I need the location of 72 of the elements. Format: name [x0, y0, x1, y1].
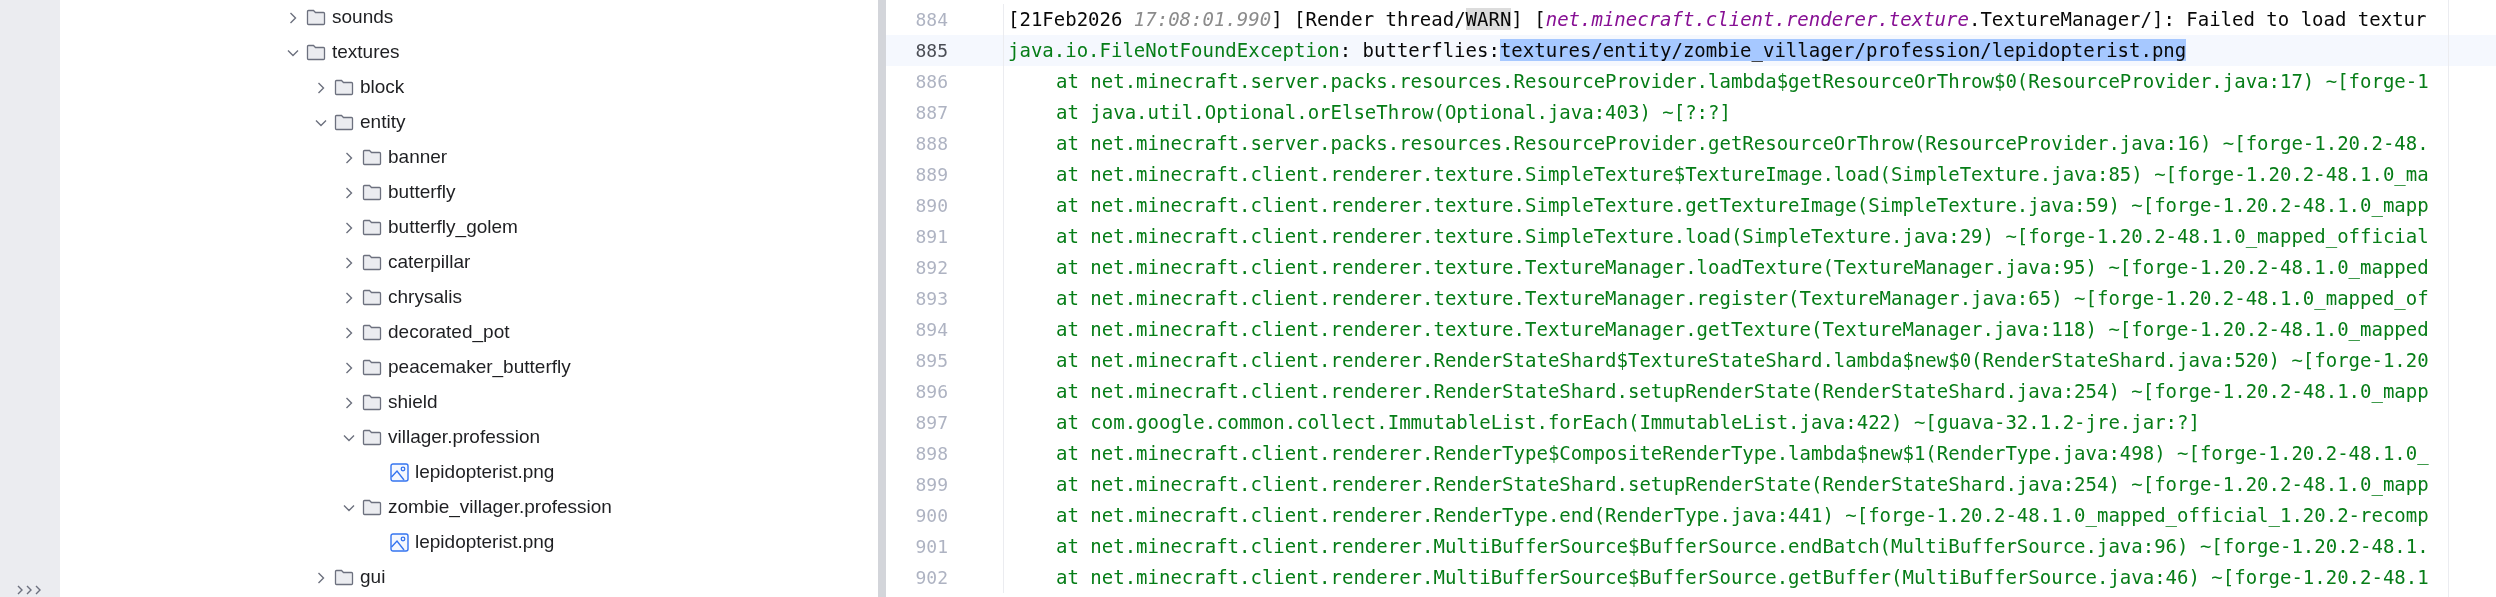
code-line: at net.minecraft.client.renderer.RenderType$CompositeRenderType.lambda$new$1(RenderType.java:498) ~[forge-1.20.2-48.1.0_: [1055, 441, 2429, 467]
code-line: at net.minecraft.client.renderer.RenderStateShard$TextureStateShard.lambda$new$0(RenderStateShard.java:520) ~[forge-1.20: [1055, 348, 2429, 374]
line-number: 885: [915, 39, 948, 63]
code-line: at net.minecraft.server.packs.resources.ResourceProvider.getResourceOrThrow(ResourceProvider.java:16) ~[forge-1.20.2-48.: [1055, 131, 2429, 157]
folder-icon: [362, 184, 382, 201]
code-line: at net.minecraft.client.renderer.texture.TextureManager.loadTexture(TextureManager.java:95) ~[forge-1.20.2-48.1.0_mapped: [1055, 255, 2429, 281]
line-number: 890: [915, 194, 948, 218]
tree-item[interactable]: decorated_pot: [342, 316, 510, 349]
folder-icon: [306, 9, 326, 26]
folder-icon: [362, 149, 382, 166]
folder-icon: [362, 254, 382, 271]
line-number: 893: [915, 287, 948, 311]
code-line: at net.minecraft.client.renderer.texture.TextureManager.getTexture(TextureManager.java:118) ~[forge-1.20.2-48.1.0_mapped: [1055, 317, 2429, 343]
code-line: at net.minecraft.client.renderer.texture.TextureManager.register(TextureManager.java:65) ~[forge-1.20.2-48.1.0_mapped_of: [1055, 286, 2429, 312]
line-number: 895: [915, 349, 948, 373]
tree-item[interactable]: butterfly: [342, 176, 456, 209]
line-number: 901: [915, 535, 948, 559]
line-number: 891: [915, 225, 948, 249]
folder-icon: [334, 114, 354, 131]
line-number: 889: [915, 163, 948, 187]
tree-item[interactable]: textures: [286, 36, 400, 69]
folder-icon: [362, 429, 382, 446]
tree-item[interactable]: block: [314, 71, 405, 104]
image-file-icon: [390, 533, 409, 552]
line-number: 884: [915, 8, 948, 32]
tree-item[interactable]: lepidopterist.png: [370, 456, 555, 489]
folder-icon: [362, 219, 382, 236]
image-file-icon: [390, 463, 409, 482]
folder-icon: [362, 324, 382, 341]
code-line: at net.minecraft.client.renderer.MultiBufferSource$BufferSource.getBuffer(MultiBufferSource.java:46) ~[forge-1.20.2-48.1: [1055, 565, 2429, 591]
tree-item[interactable]: zombie_villager.profession: [342, 491, 612, 524]
line-number: 886: [915, 70, 948, 94]
code-line: at net.minecraft.client.renderer.MultiBufferSource$BufferSource.endBatch(MultiBufferSource.java:96) ~[forge-1.20.2-48.1.: [1055, 534, 2429, 560]
code-line: java.io.FileNotFoundException: butterflies:textures/entity/zombie_villager/profession/lepidopterist.png: [1007, 38, 2187, 64]
code-line: at java.util.Optional.orElseThrow(Optional.java:403) ~[?:?]: [1055, 100, 1731, 126]
line-number: 898: [915, 442, 948, 466]
tree-item[interactable]: lepidopterist.png: [370, 526, 555, 559]
folder-icon: [362, 359, 382, 376]
folder-icon: [362, 289, 382, 306]
line-number: 894: [915, 318, 948, 342]
code-line: [21Feb2026 17:08:01.990] [Render thread/WARN] [net.minecraft.client.renderer.texture.TextureManager/]: Failed to load textur: [1007, 7, 2427, 33]
code-line: at net.minecraft.server.packs.resources.ResourceProvider.lambda$getResourceOrThrow$0(ResourceProvider.java:17) ~[forge-1: [1055, 69, 2429, 95]
line-number: 899: [915, 473, 948, 497]
code-line: at net.minecraft.client.renderer.RenderStateShard.setupRenderState(RenderStateShard.java:254) ~[forge-1.20.2-48.1.0_mapp: [1055, 379, 2429, 405]
code-line: at net.minecraft.client.renderer.texture.SimpleTexture$TextureImage.load(SimpleTexture.java:85) ~[forge-1.20.2-48.1.0_ma: [1055, 162, 2429, 188]
code-line: at net.minecraft.client.renderer.texture.SimpleTexture.load(SimpleTexture.java:29) ~[forge-1.20.2-48.1.0_mapped_official: [1055, 224, 2429, 250]
line-number: 897: [915, 411, 948, 435]
tree-item[interactable]: villager.profession: [342, 421, 541, 454]
tree-item[interactable]: gui: [314, 561, 386, 594]
tree-item[interactable]: sounds: [286, 1, 394, 34]
line-number: 887: [915, 101, 948, 125]
tree-item[interactable]: peacemaker_butterfly: [342, 351, 571, 384]
tree-item[interactable]: entity: [314, 106, 406, 139]
tree-item[interactable]: butterfly_golem: [342, 211, 518, 244]
folder-icon: [334, 569, 354, 586]
line-number: 902: [915, 566, 948, 590]
line-number: 892: [915, 256, 948, 280]
line-number: 900: [915, 504, 948, 528]
line-number: 888: [915, 132, 948, 156]
folder-icon: [362, 499, 382, 516]
tree-item[interactable]: banner: [342, 141, 448, 174]
code-line: at net.minecraft.client.renderer.texture.SimpleTexture.getTextureImage(SimpleTexture.java:59) ~[forge-1.20.2-48.1.0_mapp: [1055, 193, 2429, 219]
tree-item[interactable]: shield: [342, 386, 438, 419]
code-line: at net.minecraft.client.renderer.RenderStateShard.setupRenderState(RenderStateShard.java:254) ~[forge-1.20.2-48.1.0_mapp: [1055, 472, 2429, 498]
folder-icon: [306, 44, 326, 61]
tree-item[interactable]: chrysalis: [342, 281, 462, 314]
folder-icon: [334, 79, 354, 96]
folder-icon: [362, 394, 382, 411]
code-line: at com.google.common.collect.ImmutableList.forEach(ImmutableList.java:422) ~[guava-32.1.2-jre.jar:?]: [1055, 410, 2200, 436]
line-number: 896: [915, 380, 948, 404]
tree-item[interactable]: caterpillar: [342, 246, 471, 279]
code-line: at net.minecraft.client.renderer.RenderType.end(RenderType.java:441) ~[forge-1.20.2-48.1.0_mapped_official_1.20.2-recomp: [1055, 503, 2429, 529]
